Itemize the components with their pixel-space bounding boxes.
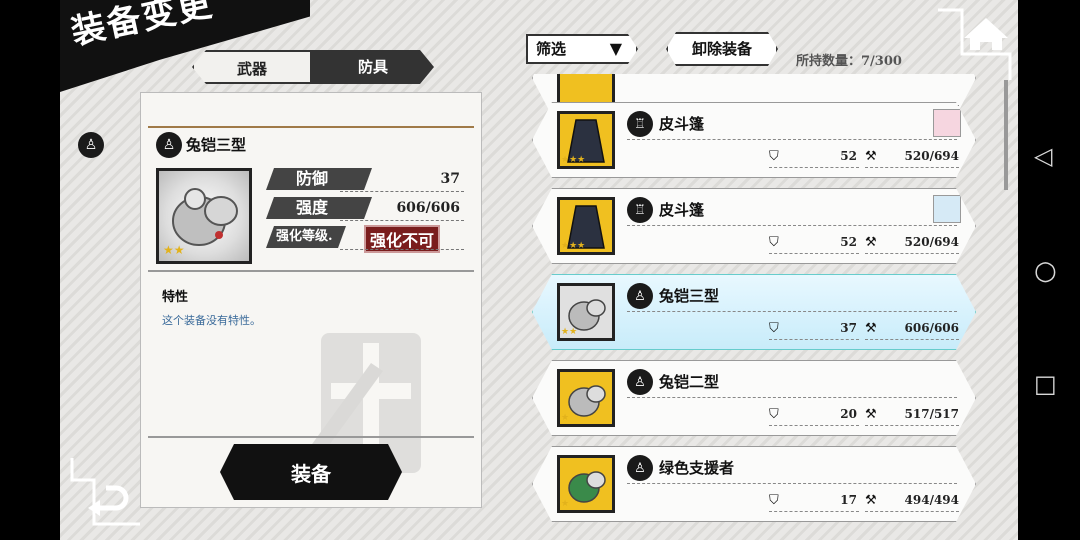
row-underline [769,167,859,168]
nav-recents-icon[interactable]: □ [1034,370,1064,400]
stat-underline [340,191,464,192]
detail-item-name: 兔铠三型 [186,136,247,154]
item-defense: 37 [840,321,857,335]
panel-divider [148,436,474,438]
durability-icon: ⚒ [865,407,877,422]
stat-label-upgrade-level: 强化等级. [266,226,346,248]
stat-value-defense: 37 [440,171,460,187]
cloak-slot-icon: ♖ [627,197,653,223]
armor-slot-icon: ♙ [627,455,653,481]
item-name: 兔铠二型 [659,373,720,391]
stat-underline [340,220,464,221]
nav-home-icon[interactable]: ○ [1034,256,1064,286]
back-icon[interactable] [70,456,140,526]
owner-avatar [933,195,961,223]
left-letterbox [0,0,60,540]
rarity-stars: ★★★ [561,241,586,251]
detail-slot-icon: ♙ [156,132,182,158]
list-item[interactable]: ★ ♙ 兔铠二型 ⛉ 20 ⚒ 517/517 [532,360,976,436]
defense-icon: ⛉ [769,407,779,422]
row-divider [627,139,957,140]
owner-avatar [933,109,961,137]
rarity-stars: ★★ [561,327,578,337]
stat-underline [340,249,464,250]
item-name: 皮斗篷 [659,115,705,133]
defense-icon: ⛉ [769,149,779,164]
row-divider [627,397,957,398]
trait-heading: 特性 [162,290,189,305]
game-screen: 装备变更 武器 防具 ♙ ♙ 兔铠三型 ★★ 防御 37 强度 606/606 … [0,0,1080,540]
trait-description: 这个装备没有特性。 [162,314,261,327]
owned-count: 所持数量：7/300 [796,54,902,69]
item-name: 绿色支援者 [659,459,735,477]
item-name: 皮斗篷 [659,201,705,219]
defense-icon: ⛉ [769,235,779,250]
row-divider [627,483,957,484]
durability-icon: ⚒ [865,149,877,164]
row-underline [769,339,859,340]
unequip-button[interactable]: 卸除装备 [666,32,778,66]
chevron-down-icon: ▼ [609,39,622,58]
item-durability: 520/694 [904,149,959,163]
stat-value-durability: 606/606 [396,200,460,216]
list-scrollbar[interactable] [1004,80,1008,190]
equipment-list[interactable]: ★★★ ♖ 皮斗篷 ⛉ 52 ⚒ 520/694 ★★★ ♖ 皮斗篷 ⛉ 52 ⚒ 520/694 ★★ ♙ 兔… [526,74,982,528]
armor-slot-icon[interactable]: ♙ [78,132,104,158]
item-defense: 52 [840,235,857,249]
cloak-slot-icon: ♖ [627,111,653,137]
row-underline [769,511,859,512]
row-underline [865,167,959,168]
armor-slot-icon: ♙ [627,369,653,395]
defense-icon: ⛉ [769,493,779,508]
rarity-stars: ★ [561,413,570,423]
armor-slot-icon: ♙ [627,283,653,309]
list-item[interactable]: ★★★ ♖ 皮斗篷 ⛉ 52 ⚒ 520/694 [532,102,976,178]
nav-back-icon[interactable]: ◁ [1034,142,1064,172]
item-durability: 606/606 [904,321,959,335]
list-item[interactable]: ★ ♙ 绿色支援者 ⛉ 17 ⚒ 494/494 [532,446,976,522]
item-defense: 52 [840,149,857,163]
tab-armor[interactable]: 防具 [312,50,434,84]
durability-icon: ⚒ [865,321,877,336]
list-item[interactable]: ★★★ ♖ 皮斗篷 ⛉ 52 ⚒ 520/694 [532,188,976,264]
item-name: 兔铠三型 [659,287,720,305]
panel-divider [148,126,474,128]
rarity-stars: ★ [561,499,570,509]
item-durability: 494/494 [904,493,959,507]
item-durability: 520/694 [904,235,959,249]
equip-button[interactable]: 装备 [220,444,402,500]
row-underline [865,425,959,426]
home-icon[interactable] [938,8,1012,82]
row-underline [865,511,959,512]
defense-icon: ⛉ [769,321,779,336]
panel-divider [148,270,474,272]
detail-item-image: ★★ [156,168,252,264]
durability-icon: ⚒ [865,235,877,250]
rarity-stars: ★★ [163,243,185,257]
item-durability: 517/517 [904,407,959,421]
filter-dropdown[interactable]: 筛选 ▼ [526,34,638,64]
filter-label: 筛选 [536,40,567,58]
durability-icon: ⚒ [865,493,877,508]
row-underline [865,253,959,254]
tab-weapon[interactable]: 武器 [192,50,312,84]
row-divider [627,311,957,312]
row-underline [769,253,859,254]
item-defense: 17 [840,493,857,507]
row-underline [769,425,859,426]
rarity-stars: ★★★ [561,155,586,165]
row-underline [865,339,959,340]
row-divider [627,225,957,226]
list-item[interactable]: ★★ ♙ 兔铠三型 ⛉ 37 ⚒ 606/606 [532,274,976,350]
item-defense: 20 [840,407,857,421]
